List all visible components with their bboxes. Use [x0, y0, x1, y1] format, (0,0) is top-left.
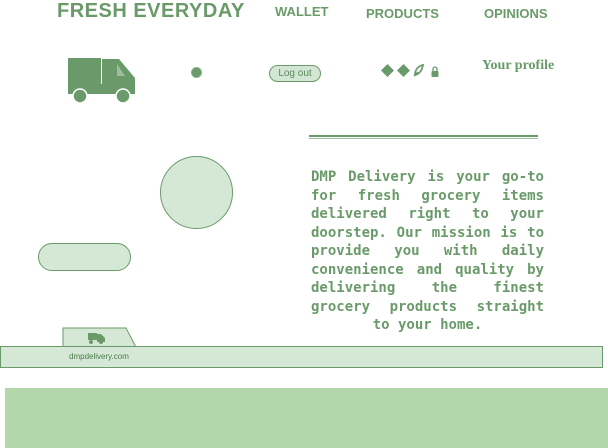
bottom-banner: [5, 388, 608, 448]
lock-icon[interactable]: [431, 62, 439, 81]
action-button[interactable]: [38, 243, 131, 271]
profile-link[interactable]: Your profile: [482, 58, 554, 74]
diamond-icon[interactable]: [397, 62, 410, 81]
leaf-icon[interactable]: [413, 62, 425, 81]
image-placeholder-circle: [160, 156, 233, 229]
nav-wallet-link[interactable]: WALLET: [275, 4, 328, 19]
truck-icon: [68, 58, 135, 104]
status-dot: [191, 67, 202, 78]
truck-icon: [88, 333, 105, 344]
company-description: DMP Delivery is your go-to for fresh gro…: [311, 169, 544, 333]
footer-url-link[interactable]: dmpdelivery.com: [69, 352, 129, 361]
logout-button[interactable]: Log out: [269, 65, 321, 82]
section-divider: [309, 135, 538, 139]
icon-group: [381, 62, 439, 81]
nav-products-link[interactable]: PRODUCTS: [366, 6, 439, 21]
brand-title: FRESH EVERYDAY: [57, 0, 245, 22]
nav-opinions-link[interactable]: OPINIONS: [484, 6, 548, 21]
diamond-icon[interactable]: [381, 62, 394, 81]
